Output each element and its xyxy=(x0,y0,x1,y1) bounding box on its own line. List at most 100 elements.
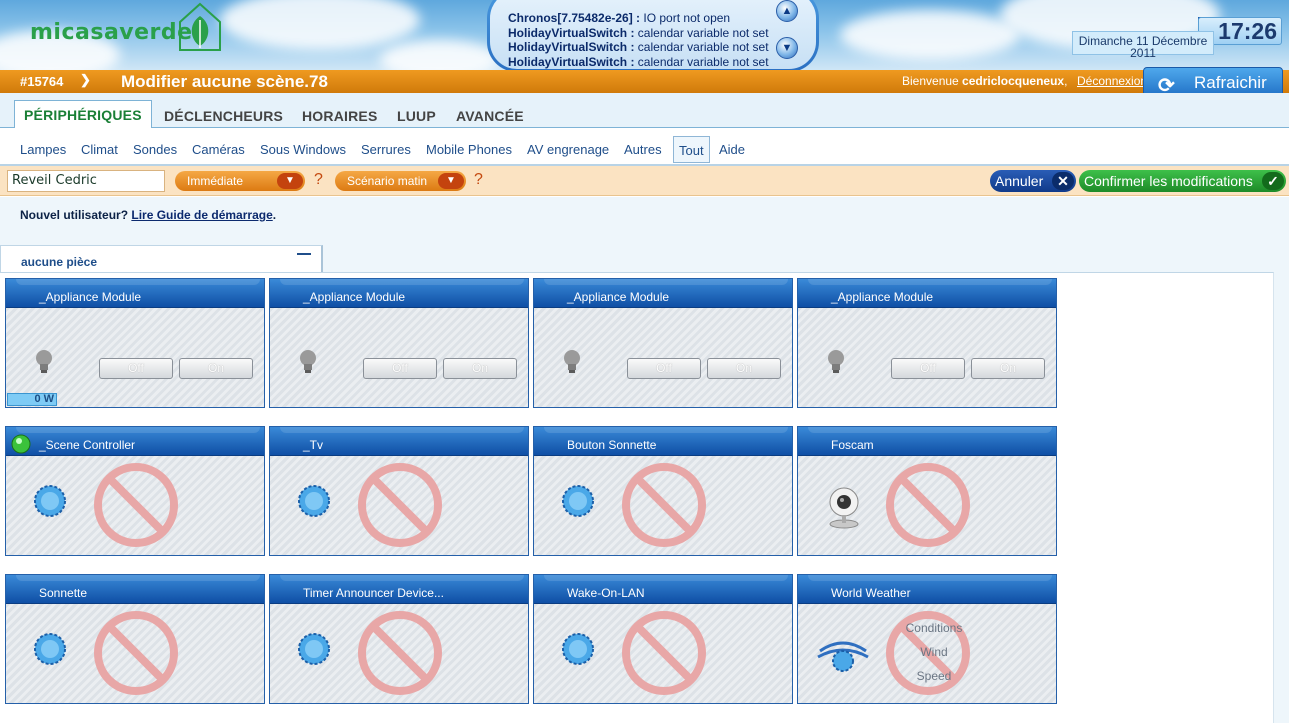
category-mobile-phones[interactable]: Mobile Phones xyxy=(426,142,512,157)
chevron-down-icon[interactable]: ▼ xyxy=(277,173,303,189)
tab-horaires[interactable]: HORAIRES xyxy=(302,108,378,124)
device-body xyxy=(534,604,792,703)
help-icon[interactable]: ? xyxy=(314,171,323,189)
confirm-button[interactable]: Confirmer les modifications ✓ xyxy=(1079,170,1286,192)
category-lampes[interactable]: Lampes xyxy=(20,142,66,157)
category-sondes[interactable]: Sondes xyxy=(133,142,177,157)
lightbulb-icon xyxy=(36,350,52,373)
weather-label: Speed xyxy=(916,669,952,683)
collapse-icon[interactable] xyxy=(297,253,311,255)
device-body: Off On xyxy=(270,308,528,407)
welcome-text: Bienvenue cedriclocqueneux, xyxy=(902,74,1068,88)
category-tabs: Lampes Climat Sondes Caméras Sous Window… xyxy=(0,128,1289,166)
scene-name-input[interactable]: Reveil Cedric xyxy=(7,170,165,192)
category-aide[interactable]: Aide xyxy=(719,142,745,157)
device-card: _Scene Controller xyxy=(5,426,265,556)
cancel-button[interactable]: Annuler ✕ xyxy=(990,170,1076,192)
on-button[interactable]: On xyxy=(707,358,781,379)
device-name: Foscam xyxy=(831,438,874,452)
ticker-line: HolidayVirtualSwitch : calendar variable… xyxy=(508,54,769,69)
device-header: World Weather xyxy=(798,575,1056,604)
off-button[interactable]: Off xyxy=(99,358,173,379)
logo-text: micasaverde xyxy=(30,20,193,45)
chevron-down-icon[interactable]: ▼ xyxy=(438,173,464,189)
scenario-select[interactable]: Scénario matin ▼ xyxy=(335,171,466,191)
device-header: Timer Announcer Device... xyxy=(270,575,528,604)
cloud-decoration xyxy=(380,40,500,70)
category-climat[interactable]: Climat xyxy=(81,142,118,157)
device-card: _Appliance Module Off On 0 W xyxy=(5,278,265,408)
unit-serial[interactable]: #15764 xyxy=(20,74,63,89)
room-header: aucune pièce xyxy=(0,245,323,273)
category-av-engrenage[interactable]: AV engrenage xyxy=(527,142,609,157)
ticker-scroll-up-icon[interactable]: ▲ xyxy=(776,0,798,22)
forbidden-icon xyxy=(358,463,442,547)
category-tout[interactable]: Tout xyxy=(673,136,710,163)
new-user-notice: Nouvel utilisateur? Lire Guide de démarr… xyxy=(20,208,277,222)
logout-link[interactable]: Déconnexion xyxy=(1077,74,1147,88)
tab-declencheurs[interactable]: DÉCLENCHEURS xyxy=(164,108,283,124)
guide-link[interactable]: Lire Guide de démarrage xyxy=(131,208,272,222)
device-card: Timer Announcer Device... xyxy=(269,574,529,704)
house-leaf-icon xyxy=(179,2,221,51)
cloud-decoration xyxy=(220,0,420,50)
ticker-line: HolidayVirtualSwitch : calendar variable… xyxy=(508,40,769,54)
device-card: _Appliance Module Off On xyxy=(533,278,793,408)
category-cameras[interactable]: Caméras xyxy=(192,142,245,157)
forbidden-icon xyxy=(358,611,442,695)
device-header: _Appliance Module xyxy=(6,279,264,308)
checkmark-icon: ✓ xyxy=(1262,172,1284,190)
device-body xyxy=(6,456,264,555)
device-body: Off On xyxy=(798,308,1056,407)
tab-luup[interactable]: LUUP xyxy=(397,108,436,124)
cancel-label: Annuler xyxy=(995,173,1044,189)
category-sous-windows[interactable]: Sous Windows xyxy=(260,142,346,157)
lightbulb-icon xyxy=(828,350,844,373)
device-header: _Appliance Module xyxy=(534,279,792,308)
tab-avancee[interactable]: AVANCÉE xyxy=(456,108,524,124)
off-button[interactable]: Off xyxy=(891,358,965,379)
ticker-scroll-down-icon[interactable]: ▼ xyxy=(776,37,798,59)
device-header: Sonnette xyxy=(6,575,264,604)
confirm-label: Confirmer les modifications xyxy=(1084,173,1253,189)
device-name: _Scene Controller xyxy=(39,438,136,452)
category-autres[interactable]: Autres xyxy=(624,142,662,157)
device-header: _Appliance Module xyxy=(270,279,528,308)
weather-label: Wind xyxy=(920,645,948,659)
on-button[interactable]: On xyxy=(971,358,1045,379)
forbidden-icon xyxy=(622,463,706,547)
forbidden-icon xyxy=(622,611,706,695)
on-button[interactable]: On xyxy=(179,358,253,379)
device-name: _Tv xyxy=(303,438,324,452)
category-serrures[interactable]: Serrures xyxy=(361,142,411,157)
chevron-down-icon[interactable]: ❯ xyxy=(80,72,91,88)
room-name: aucune pièce xyxy=(21,255,98,269)
off-button[interactable]: Off xyxy=(627,358,701,379)
lightbulb-icon xyxy=(300,350,316,373)
cloud-decoration xyxy=(840,10,1020,60)
scene-toolbar: Reveil Cedric Immédiate ▼ ? Scénario mat… xyxy=(0,166,1289,196)
status-led-icon xyxy=(11,434,31,454)
date-display: Dimanche 11 Décembre 2011 xyxy=(1072,31,1214,59)
device-body xyxy=(798,456,1056,555)
gear-icon xyxy=(562,633,594,665)
forbidden-icon xyxy=(886,463,970,547)
gear-icon xyxy=(298,485,330,517)
on-button[interactable]: On xyxy=(443,358,517,379)
forbidden-icon xyxy=(94,463,178,547)
off-button[interactable]: Off xyxy=(363,358,437,379)
device-name: Sonnette xyxy=(39,586,88,600)
trigger-mode-value: Immédiate xyxy=(187,174,244,188)
device-name: _Appliance Module xyxy=(831,290,934,304)
device-card: _Tv xyxy=(269,426,529,556)
tab-peripheriques[interactable]: PÉRIPHÉRIQUES xyxy=(14,100,152,129)
device-name: Wake-On-LAN xyxy=(567,586,645,600)
help-icon[interactable]: ? xyxy=(474,171,483,189)
trigger-mode-select[interactable]: Immédiate ▼ xyxy=(175,171,305,191)
device-card: Foscam xyxy=(797,426,1057,556)
power-reading: 0 W xyxy=(7,393,57,406)
gear-icon xyxy=(34,633,66,665)
device-header: _Appliance Module xyxy=(798,279,1056,308)
device-card: Wake-On-LAN xyxy=(533,574,793,704)
top-header: micasaverde Chronos[7.75482e-26] : IO po… xyxy=(0,0,1289,70)
